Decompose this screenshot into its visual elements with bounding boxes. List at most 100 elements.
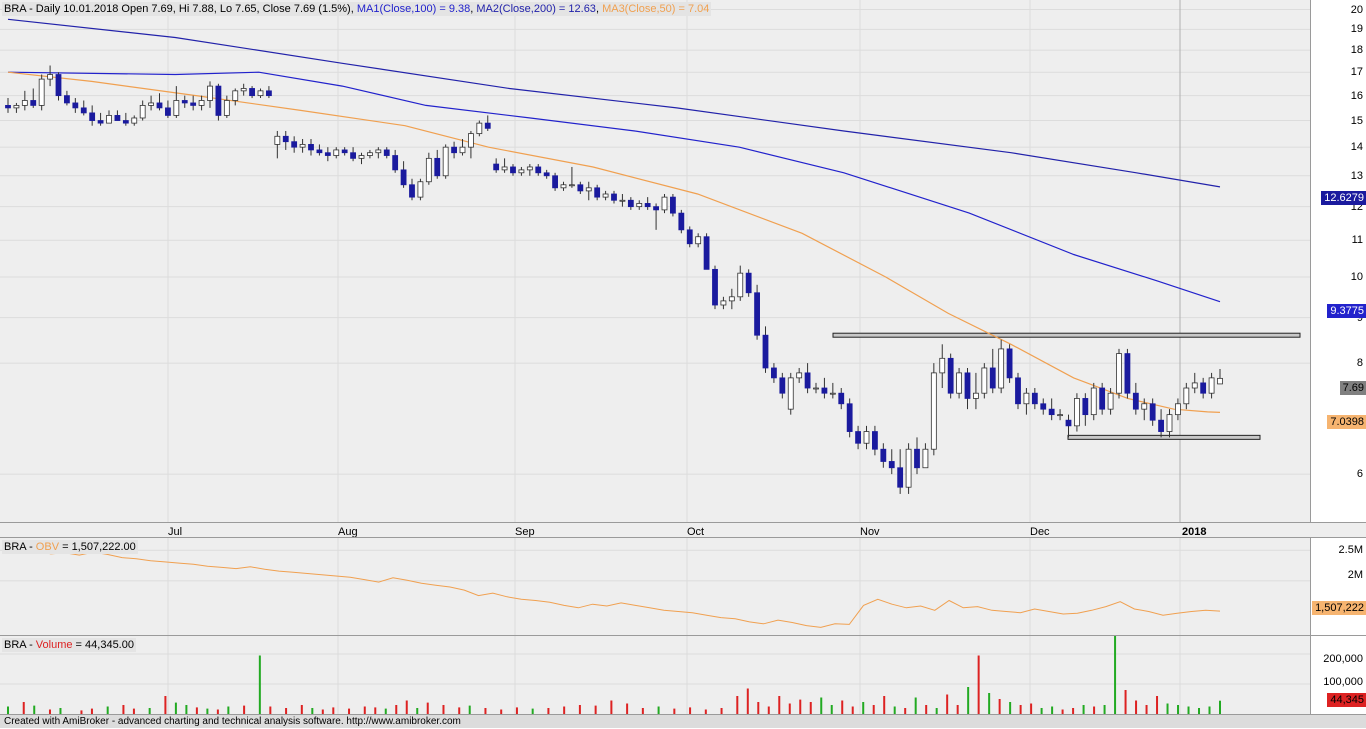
obv-header: BRA - OBV = 1,507,222.00 [2, 540, 138, 554]
candle-body [1023, 392, 1030, 405]
volume-chart [0, 636, 1310, 714]
volume-bar [594, 705, 597, 714]
candle-body [964, 372, 971, 399]
obv-plot-area[interactable] [0, 538, 1310, 635]
candle-body [1074, 398, 1080, 427]
x-label-aug: Aug [338, 526, 358, 538]
x-label-sep: Sep [515, 526, 535, 538]
candle-body [796, 372, 803, 379]
candle-body [619, 199, 626, 202]
candle-body [998, 348, 1005, 389]
ma200-line [7, 18, 1221, 188]
candle-body [308, 144, 314, 151]
candle-body [560, 184, 567, 189]
price-plot-area[interactable] [0, 0, 1310, 522]
volume-bar [1208, 706, 1211, 714]
volume-bar [988, 693, 991, 714]
obv-tick-2m: 2M [1347, 569, 1363, 581]
price-pane[interactable]: 2019181716151413121110986 12.6279 9.3775… [0, 0, 1366, 522]
price-chart-header: BRA - Daily 10.01.2018 Open 7.69, Hi 7.8… [2, 2, 712, 16]
candle-body [55, 74, 62, 97]
candle-body [1200, 382, 1207, 394]
candle-body [813, 387, 819, 390]
volume-bar [778, 696, 781, 714]
candle-body [1141, 403, 1148, 410]
candle-body [804, 372, 811, 389]
ma100-line [7, 71, 1221, 303]
price-tick-label: 11 [1351, 234, 1363, 247]
ma50-value-tag: 7.0398 [1327, 415, 1366, 429]
volume-bar [1103, 705, 1106, 714]
candle-body [165, 107, 171, 116]
candle-body [1175, 403, 1181, 416]
candle-body [367, 152, 373, 156]
volume-title-prefix: BRA - [4, 639, 36, 651]
candle-body [569, 184, 575, 187]
candle-body [930, 372, 937, 450]
candle-body [956, 372, 962, 394]
candle-body [779, 377, 786, 394]
candle-body [712, 268, 718, 306]
candle-body [493, 163, 500, 171]
ma50-line [7, 71, 1221, 413]
volume-bar [788, 703, 791, 714]
ma1-label: MA1(Close,100) = 9.38 [356, 3, 471, 15]
obv-pane[interactable]: 2.5M 2M 1,507,222 BRA - OBV = 1,507,222.… [0, 538, 1366, 636]
candle-body [585, 187, 592, 192]
volume-bar [243, 705, 246, 714]
candle-body [333, 149, 340, 156]
price-tick-label: 15 [1350, 114, 1363, 127]
volume-bar [967, 687, 970, 714]
candle-body [106, 115, 112, 124]
volume-bar [227, 706, 230, 714]
volume-bar [458, 707, 461, 714]
candle-body [552, 175, 558, 189]
obv-chart [0, 538, 1310, 635]
candle-body [543, 172, 550, 177]
volume-bar [830, 705, 833, 714]
candle-body [829, 392, 836, 395]
volume-bar [515, 707, 518, 714]
candle-body [468, 133, 474, 148]
candle-body [1090, 387, 1097, 416]
candle-body [686, 229, 693, 245]
candle-body [644, 203, 651, 208]
candle-body [21, 100, 28, 106]
volume-bar [300, 705, 303, 714]
volume-bar [1145, 705, 1148, 714]
candle-body [1065, 419, 1072, 427]
candle-body [316, 149, 323, 154]
candle-body [232, 90, 239, 101]
volume-bar [1177, 705, 1180, 714]
candle-body [291, 141, 298, 148]
volume-pane[interactable]: 200,000 100,000 44,345 BRA - Volume = 44… [0, 636, 1366, 714]
candle-body [417, 181, 424, 198]
volume-bar [442, 705, 445, 714]
obv-value-tag: 1,507,222 [1312, 601, 1366, 615]
candle-body [13, 105, 20, 109]
volume-bar [736, 696, 739, 714]
candle-body [240, 88, 247, 92]
candle-body [181, 100, 188, 104]
price-chart [0, 0, 1310, 522]
volume-bar [185, 705, 188, 714]
candle-body [375, 149, 382, 154]
candle-body [880, 448, 887, 462]
candle-body [207, 85, 213, 101]
candle-body [1015, 377, 1021, 405]
volume-bar [374, 707, 377, 714]
volume-bar [1156, 696, 1159, 714]
ma200-value-tag: 12.6279 [1321, 191, 1366, 205]
candle-body [535, 166, 542, 174]
ticker-summary: BRA - Daily 10.01.2018 Open 7.69, Hi 7.8… [4, 3, 351, 15]
volume-plot-area[interactable] [0, 636, 1310, 714]
candle-body [855, 431, 861, 444]
candle-body [484, 122, 491, 129]
volume-bar [946, 694, 949, 714]
volume-bar [610, 700, 613, 714]
volume-bar [332, 707, 335, 714]
volume-bar [657, 706, 660, 714]
volume-bar [851, 706, 854, 714]
candle-body [383, 149, 390, 156]
candle-body [1048, 408, 1055, 416]
